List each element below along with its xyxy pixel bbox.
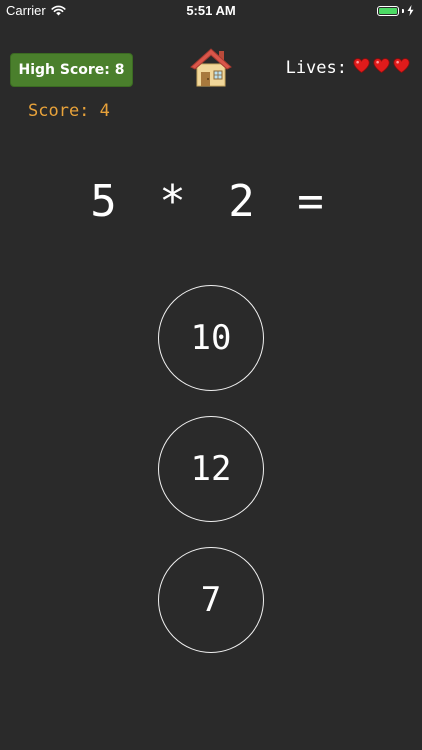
charging-bolt-icon bbox=[407, 5, 414, 16]
equation-text: 5 * 2 = bbox=[90, 176, 332, 227]
home-button[interactable] bbox=[189, 46, 233, 88]
lives-display: Lives: bbox=[286, 58, 410, 78]
heart-icon bbox=[393, 58, 410, 73]
score-label: Score: 4 bbox=[28, 101, 110, 121]
high-score-badge: High Score: 8 bbox=[10, 53, 133, 87]
answer-button-1[interactable]: 10 bbox=[158, 285, 264, 391]
heart-icon bbox=[353, 58, 370, 73]
status-time: 5:51 AM bbox=[186, 3, 236, 18]
answer-button-2[interactable]: 12 bbox=[158, 416, 264, 522]
battery-icon bbox=[377, 5, 399, 16]
house-icon bbox=[190, 48, 232, 87]
answer-button-3[interactable]: 7 bbox=[158, 547, 264, 653]
battery-tip bbox=[402, 8, 404, 13]
lives-label: Lives: bbox=[285, 58, 347, 78]
status-bar: Carrier 5:51 AM bbox=[0, 0, 422, 22]
heart-icon bbox=[373, 58, 390, 73]
lives-hearts bbox=[350, 58, 410, 78]
battery-indicator bbox=[377, 5, 414, 16]
battery-fill bbox=[379, 7, 397, 14]
